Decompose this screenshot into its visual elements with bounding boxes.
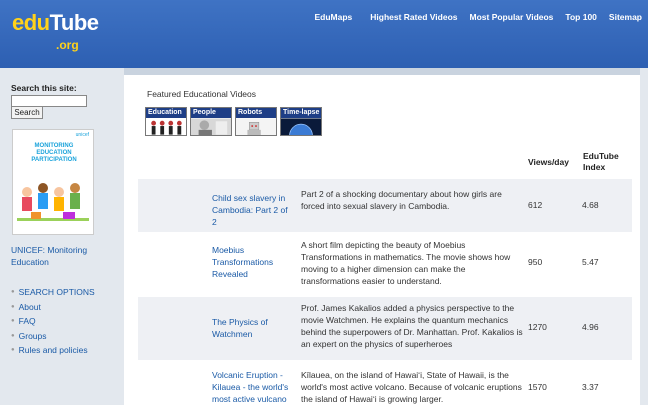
search-button[interactable]: Search: [11, 106, 43, 119]
side-menu-about[interactable]: ● About: [11, 300, 95, 315]
education-thumbnail-image: [146, 118, 186, 135]
video-views: 1570: [528, 382, 547, 392]
category-thumbnails: Education People Robots Time-lapse: [145, 107, 325, 136]
category-people[interactable]: People: [190, 107, 232, 136]
robots-thumbnail-image: [236, 118, 276, 135]
category-time-lapse[interactable]: Time-lapse: [280, 107, 322, 136]
side-menu-label: Rules and policies: [18, 345, 88, 356]
video-index: 5.47: [582, 257, 599, 267]
side-menu: ● SEARCH OPTIONS ● About ● FAQ ● Groups ● Rul…: [11, 285, 95, 358]
category-education[interactable]: Education: [145, 107, 187, 136]
video-description: A short film depicting the beauty of Moe…: [301, 240, 511, 286]
logo-part-edu: edu: [12, 10, 50, 35]
video-views: 612: [528, 200, 543, 210]
video-title-link[interactable]: Volcanic Eruption - Kilauea - the world'…: [212, 369, 294, 405]
bullet-icon: ●: [11, 303, 15, 310]
table-row: Moebius Transformations Revealed A short…: [138, 232, 632, 297]
side-menu-label: About: [18, 301, 41, 312]
logo-part-tube: Tube: [49, 10, 99, 35]
side-menu-rules[interactable]: ● Rules and policies: [11, 343, 95, 358]
category-robots[interactable]: Robots: [235, 107, 277, 136]
table-row: Volcanic Eruption - Kilauea - the world'…: [138, 360, 632, 405]
side-menu-search-options[interactable]: ● SEARCH OPTIONS: [11, 285, 95, 300]
poster-children-illustration: [13, 170, 93, 234]
column-header-views: Views/day: [528, 157, 569, 167]
video-description: Prof. James Kakalios added a physics per…: [301, 303, 523, 349]
top-nav: EduMaps Highest Rated Videos Most Popula…: [302, 12, 642, 22]
bullet-icon: ●: [11, 289, 15, 296]
video-views: 950: [528, 257, 543, 267]
video-description: Kīlauea, on the island of Hawaiʻi, State…: [301, 370, 522, 404]
category-label: People: [191, 108, 231, 118]
category-label: Time-lapse: [281, 108, 321, 118]
poster-title: MONITORING EDUCATION PARTICIPATION: [31, 143, 77, 163]
table-row: The Physics of Watchmen Prof. James Kaka…: [138, 297, 632, 360]
nav-top-100[interactable]: Top 100: [565, 12, 597, 22]
main-content: Featured Educational Videos Education Pe…: [124, 68, 640, 405]
category-label: Education: [146, 108, 186, 118]
bullet-icon: ●: [11, 347, 15, 354]
video-index: 4.68: [582, 200, 599, 210]
nav-sitemap[interactable]: Sitemap: [609, 12, 642, 22]
poster-brand: unicef: [75, 132, 89, 138]
search-label: Search this site:: [11, 83, 77, 93]
video-title-link[interactable]: Moebius Transformations Revealed: [212, 244, 294, 280]
nav-most-popular[interactable]: Most Popular Videos: [470, 12, 554, 22]
side-menu-label: SEARCH OPTIONS: [18, 287, 95, 298]
side-menu-label: Groups: [18, 330, 47, 341]
time-lapse-thumbnail-image: [281, 118, 321, 135]
logo-wordmark: eduTube: [12, 12, 99, 34]
unicef-monitoring-link[interactable]: UNICEF: Monitoring Education: [11, 244, 111, 268]
bullet-icon: ●: [11, 318, 15, 325]
side-menu-groups[interactable]: ● Groups: [11, 329, 95, 344]
side-menu-label: FAQ: [18, 316, 36, 327]
nav-highest-rated[interactable]: Highest Rated Videos: [370, 12, 457, 22]
video-views: 1270: [528, 322, 547, 332]
video-title-link[interactable]: Child sex slavery in Cambodia: Part 2 of…: [212, 192, 294, 228]
video-description: Part 2 of a shocking documentary about h…: [301, 189, 502, 211]
site-logo[interactable]: eduTube .org: [12, 12, 99, 53]
category-label: Robots: [236, 108, 276, 118]
column-header-index: EduTube Index: [583, 151, 619, 172]
bullet-icon: ●: [11, 332, 15, 339]
video-index: 4.96: [582, 322, 599, 332]
featured-heading: Featured Educational Videos: [147, 89, 257, 99]
sidebar: Search this site: Search unicef MONITORI…: [0, 68, 118, 405]
people-thumbnail-image: [191, 118, 231, 135]
nav-edumaps[interactable]: EduMaps: [314, 12, 352, 22]
logo-domain: .org: [56, 38, 79, 52]
unicef-poster[interactable]: unicef MONITORING EDUCATION PARTICIPATIO…: [12, 129, 94, 235]
video-index: 3.37: [582, 382, 599, 392]
video-title-link[interactable]: The Physics of Watchmen: [212, 316, 294, 340]
table-row: Child sex slavery in Cambodia: Part 2 of…: [138, 179, 632, 232]
site-header: eduTube .org EduMaps Highest Rated Video…: [0, 0, 648, 68]
side-menu-faq[interactable]: ● FAQ: [11, 314, 95, 329]
